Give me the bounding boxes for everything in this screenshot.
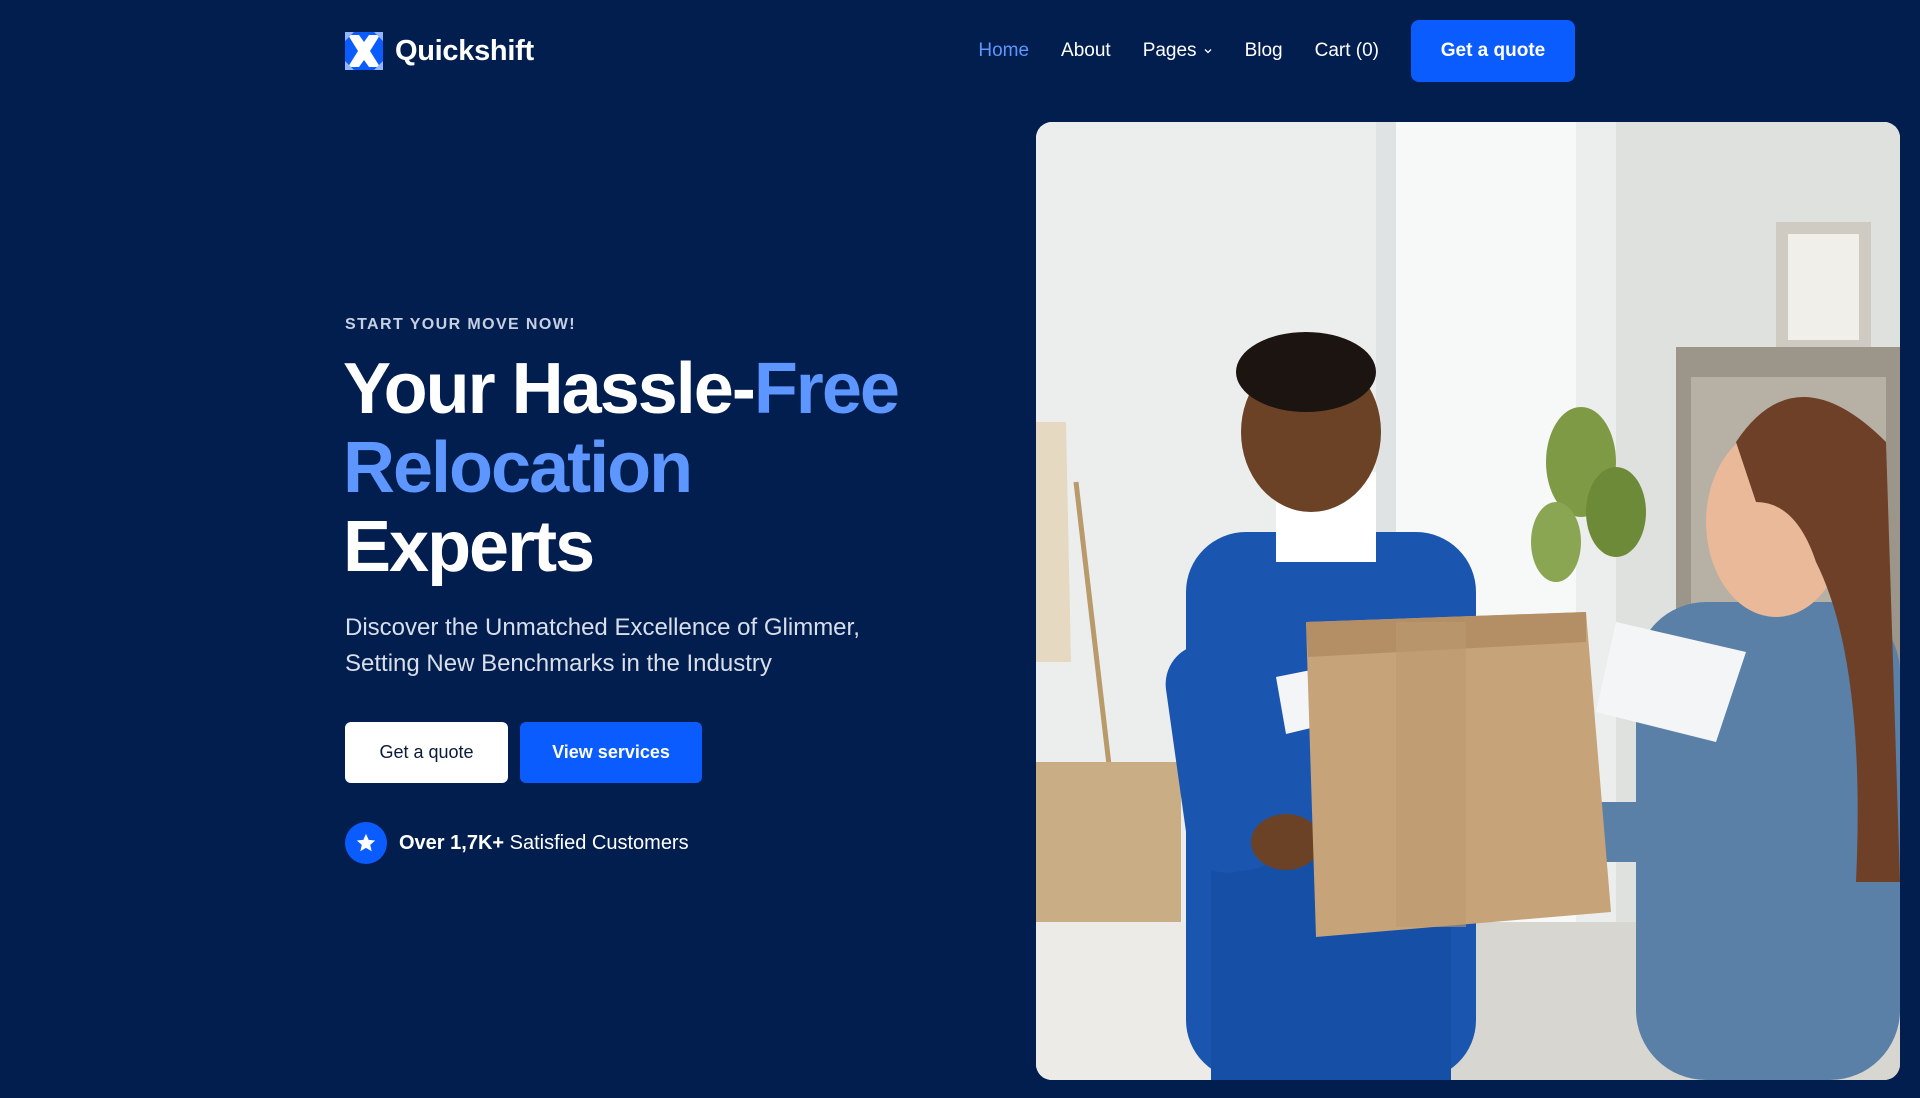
nav-pages-label: Pages: [1142, 40, 1197, 61]
star-icon: [356, 833, 376, 852]
proof-count: Over 1,7K+: [399, 831, 505, 854]
hero-buttons: Get a quote View services: [345, 722, 702, 783]
hero-eyebrow: START YOUR MOVE NOW!: [345, 316, 576, 333]
headline-part-1: Your Hassle-: [343, 349, 756, 429]
hero-image: [1036, 122, 1900, 1080]
brand-name: Quickshift: [395, 34, 534, 67]
logo[interactable]: Quickshift: [345, 32, 534, 70]
nav-home-link[interactable]: Home: [978, 40, 1029, 62]
view-services-button[interactable]: View services: [520, 722, 702, 783]
hero-headline: Your Hassle-Free Relocation Experts: [343, 350, 943, 587]
headline-part-2: Experts: [343, 507, 595, 587]
mover-handing-box-illustration: [1036, 122, 1900, 1080]
x-arrows-logo-icon: [345, 32, 383, 70]
proof-label: Satisfied Customers: [509, 831, 689, 854]
hero-get-quote-button[interactable]: Get a quote: [345, 722, 508, 783]
proof-text: Over 1,7K+ Satisfied Customers: [399, 832, 689, 855]
nav-about-link[interactable]: About: [1061, 40, 1111, 62]
landing-page: Quickshift Home About Pages Blog Cart (0…: [0, 0, 1920, 1098]
nav-home-label: Home: [978, 40, 1030, 61]
nav-pages-dropdown[interactable]: Pages: [1143, 40, 1213, 62]
customer-proof: Over 1,7K+ Satisfied Customers: [345, 822, 689, 864]
nav-blog-link[interactable]: Blog: [1245, 40, 1283, 62]
nav-about-label: About: [1061, 40, 1111, 61]
main-nav: Home About Pages Blog Cart (0) Get a quo…: [978, 20, 1575, 82]
header-get-quote-button[interactable]: Get a quote: [1411, 20, 1575, 82]
nav-cart-label: Cart (0): [1314, 40, 1379, 61]
nav-blog-label: Blog: [1244, 40, 1283, 61]
chevron-down-icon: [1204, 49, 1212, 54]
hero-subtext: Discover the Unmatched Excellence of Gli…: [345, 614, 860, 677]
nav-cart-link[interactable]: Cart (0): [1315, 40, 1379, 62]
star-badge: [345, 822, 387, 864]
